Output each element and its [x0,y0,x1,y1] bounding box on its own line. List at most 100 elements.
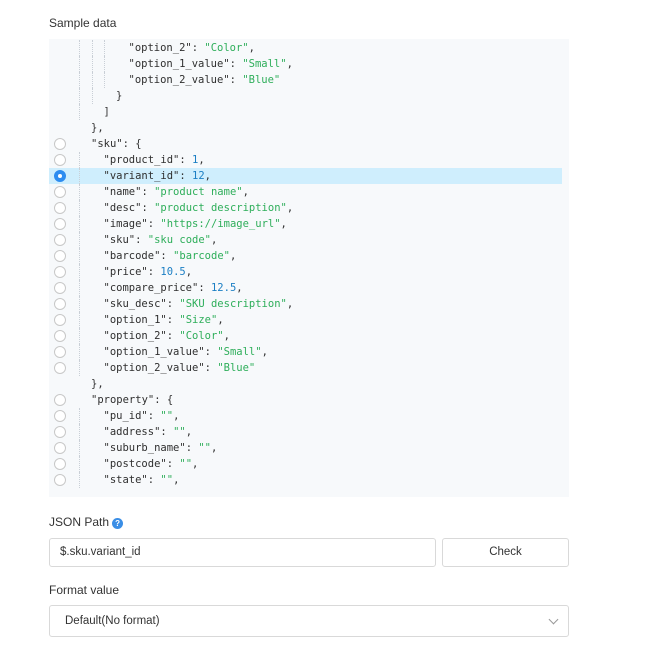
line-select-radio[interactable] [54,426,66,438]
line-select-radio[interactable] [54,314,66,326]
indent-guide [79,152,80,168]
code-token: : [229,74,243,86]
indent-guide [79,216,80,232]
format-value-select[interactable]: Default(No format) [49,605,569,637]
check-button[interactable]: Check [442,538,569,567]
code-token: : [147,218,161,230]
line-select-radio[interactable] [54,458,66,470]
sample-data-viewer[interactable]: "option_2": "Color", "option_1_value": "S… [49,39,569,497]
indent-guide [79,104,80,120]
code-token: }, [91,122,104,134]
code-token: "https://image_url" [160,218,281,230]
line-select-radio[interactable] [54,394,66,406]
line-select-radio[interactable] [54,186,66,198]
code-token: "Color" [179,330,224,342]
code-line[interactable]: "sku_desc": "SKU description", [49,296,562,312]
line-select-radio[interactable] [54,202,66,214]
code-line[interactable]: "pu_id": "", [49,408,562,424]
code-line-text: "barcode": "barcode", [104,248,237,264]
code-token: : [147,266,161,278]
code-line[interactable]: "price": 10.5, [49,264,562,280]
code-line[interactable]: "variant_id": 12, [49,168,562,184]
code-line: "option_2": "Color", [49,40,562,56]
code-token: "option_1_value" [128,58,230,70]
code-token: "option_2_value" [103,362,205,374]
code-token: : [204,362,218,374]
code-token: "option_2" [103,330,167,342]
indent-guide [79,168,80,184]
code-line-text: "sku": "sku code", [104,232,218,248]
code-line[interactable]: "option_2": "Color", [49,328,562,344]
code-token: , [286,202,294,214]
code-token: : [141,202,155,214]
code-line[interactable]: "address": "", [49,424,562,440]
code-line[interactable]: "option_2_value": "Blue" [49,360,562,376]
indent-guide [91,88,93,104]
code-line[interactable]: "state": "", [49,472,562,488]
code-line-text: "postcode": "", [104,456,199,472]
code-line-text: "variant_id": 12, [104,168,212,184]
code-line[interactable]: "product_id": 1, [49,152,562,168]
code-line[interactable]: "compare_price": 12.5, [49,280,562,296]
code-token: "" [173,426,186,438]
code-line-text: "option_2": "Color", [104,328,230,344]
line-select-radio[interactable] [54,154,66,166]
sample-data-label: Sample data [49,16,117,30]
code-token: : [147,410,161,422]
code-line-text: "option_1_value": "Small", [129,56,293,72]
question-circle-icon[interactable]: ? [112,518,124,529]
json-path-input-value: $.sku.variant_id [60,546,141,558]
indent-guide [79,264,80,280]
code-token: , [261,346,268,358]
indent-guide [79,200,80,216]
code-line[interactable]: "desc": "product description", [49,200,562,216]
line-select-radio[interactable] [54,442,66,454]
line-select-radio[interactable] [54,298,66,310]
code-line-text: "sku": { [91,136,142,152]
code-token: "Blue" [217,362,256,374]
code-token: : { [154,394,174,406]
code-token: } [116,90,123,102]
code-line[interactable]: "barcode": "barcode", [49,248,562,264]
code-token: , [185,426,193,438]
code-token: "Color" [204,42,249,54]
line-select-radio[interactable] [54,282,66,294]
code-token: 10.5 [160,266,186,278]
line-select-radio[interactable] [54,266,66,278]
json-path-label-text: JSON Path [49,515,110,529]
code-line[interactable]: "postcode": "", [49,456,562,472]
indent-guide [104,40,105,56]
code-line[interactable]: "suburb_name": "", [49,440,562,456]
code-line[interactable]: "name": "product name", [49,184,562,200]
line-select-radio[interactable] [54,410,66,422]
code-line[interactable]: "property": { [49,392,562,408]
code-token: : [229,58,243,70]
line-select-radio[interactable] [54,138,66,150]
line-select-radio[interactable] [54,234,66,246]
code-line-text: } [116,88,122,104]
line-select-radio[interactable] [54,330,66,342]
line-select-radio[interactable] [54,250,66,262]
code-token: "variant_id" [103,170,180,182]
code-line[interactable]: "option_1": "Size", [49,312,562,328]
code-line-text: "option_1_value": "Small", [104,344,268,360]
code-line[interactable]: "sku": { [49,136,562,152]
code-token: "name" [103,186,142,198]
line-select-radio[interactable] [54,474,66,486]
code-line[interactable]: "option_1_value": "Small", [49,344,562,360]
code-line[interactable]: "sku": "sku code", [49,232,562,248]
line-select-radio[interactable] [54,362,66,374]
format-value-label: Format value [49,583,120,597]
code-token: "" [160,410,174,422]
code-line[interactable]: "image": "https://image_url", [49,216,562,232]
line-select-radio[interactable] [54,346,66,358]
code-token: , [286,298,294,310]
line-select-radio[interactable] [54,218,66,230]
json-path-input[interactable]: $.sku.variant_id [49,538,436,567]
code-token: : [198,282,211,294]
indent-guide [79,296,80,312]
code-token: : [166,298,180,310]
code-line-text: "desc": "product description", [104,200,294,216]
indent-guide [79,184,80,200]
line-select-radio[interactable] [54,170,66,182]
